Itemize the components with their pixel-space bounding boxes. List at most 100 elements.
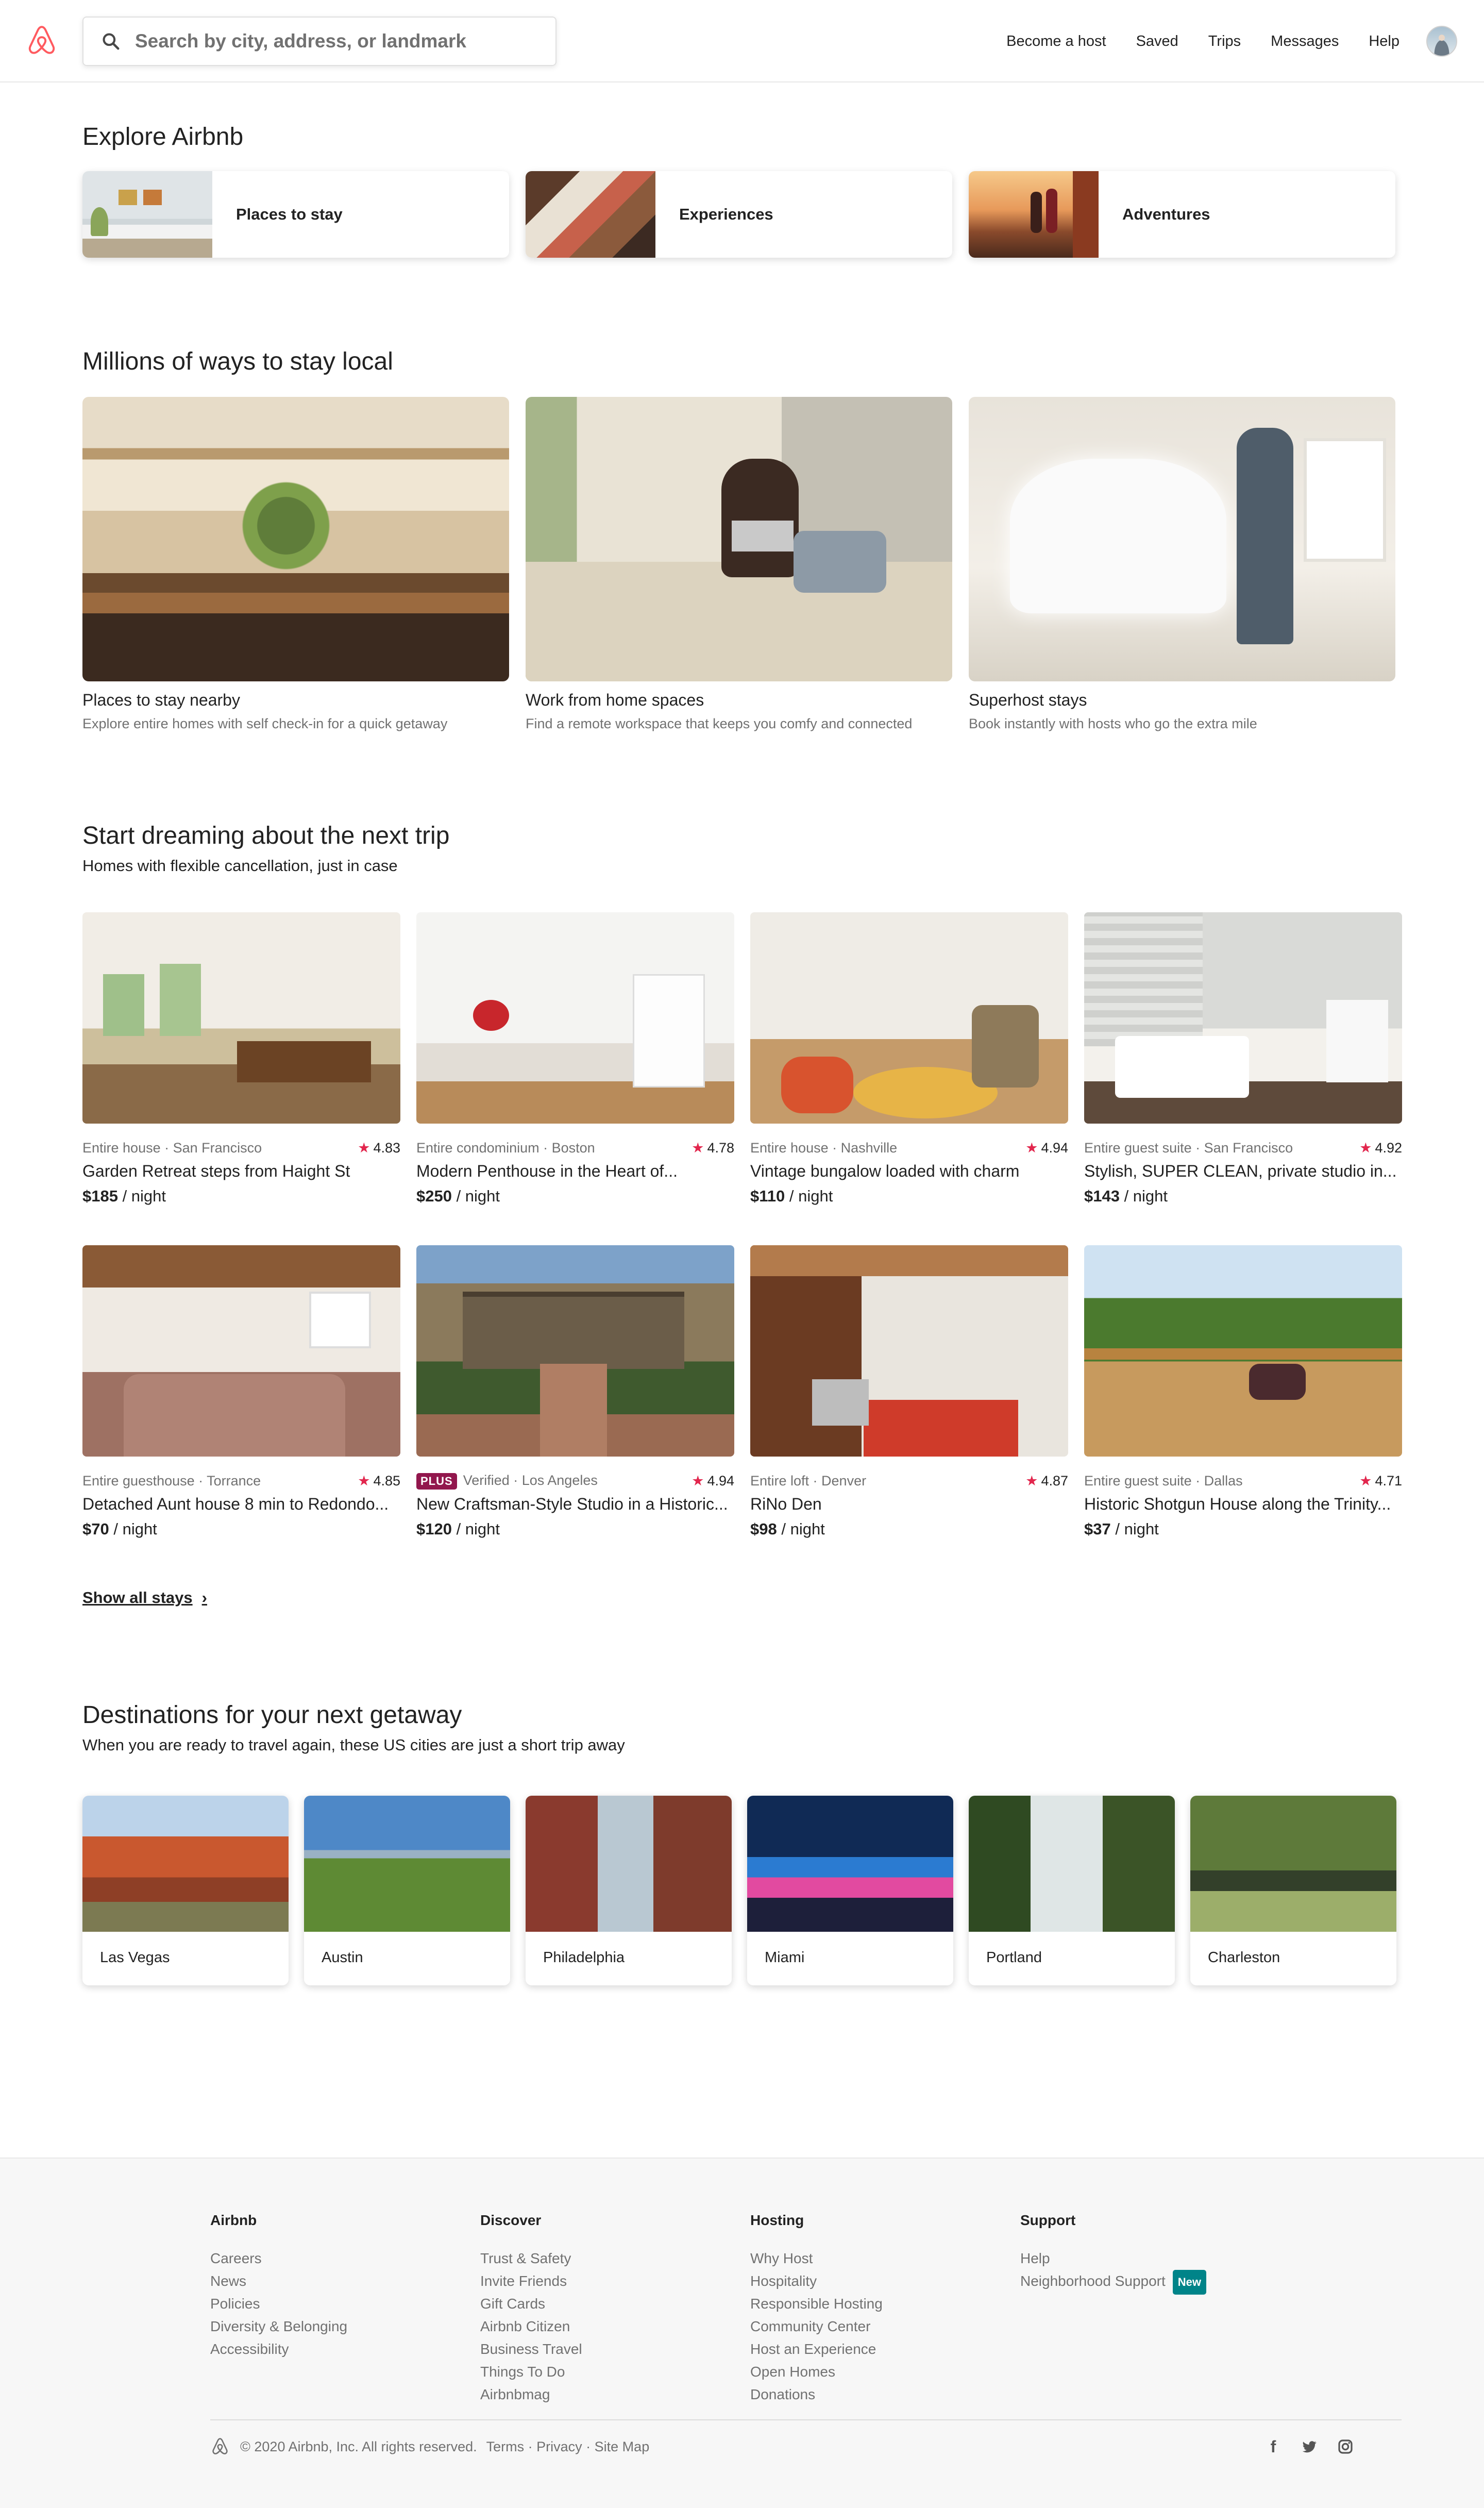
listing-title: Stylish, SUPER CLEAN, private studio in.… <box>1084 1162 1397 1180</box>
footer-link[interactable]: Hospitality <box>750 2270 883 2293</box>
listing-card[interactable]: PLUS Verified · Los Angeles ★ 4.94 New Craf… <box>416 1245 734 1539</box>
footer-link[interactable]: Community Center <box>750 2315 883 2338</box>
listing-rating: ★ 4.83 <box>358 1140 400 1156</box>
card-superhost[interactable]: Superhost stays Book instantly with host… <box>969 397 1395 732</box>
star-icon: ★ <box>692 1140 704 1156</box>
search-input[interactable] <box>135 30 527 52</box>
footer-link[interactable]: Gift Cards <box>480 2293 582 2315</box>
dreaming-title: Start dreaming about the next trip <box>82 822 450 849</box>
star-icon: ★ <box>1025 1140 1038 1156</box>
kitchen-photo <box>82 397 509 681</box>
listing-meta: Entire guest suite · San Francisco <box>1084 1140 1293 1156</box>
destination-card-austin[interactable]: Austin <box>304 1796 510 1985</box>
listing-photo <box>750 912 1068 1124</box>
footer-link[interactable]: Diversity & Belonging <box>210 2315 347 2338</box>
listing-meta: Entire house · San Francisco <box>82 1140 262 1156</box>
facebook-icon[interactable]: f <box>1264 2437 1282 2456</box>
listing-card[interactable]: Entire house · San Francisco ★ 4.83 Garden… <box>82 912 400 1206</box>
adventures-thumbnail <box>969 171 1099 258</box>
star-icon: ★ <box>358 1473 370 1489</box>
nav-help[interactable]: Help <box>1369 33 1399 50</box>
privacy-link[interactable]: Privacy <box>536 2439 582 2454</box>
card-title: Superhost stays <box>969 691 1087 709</box>
card-subtitle: Book instantly with hosts who go the ext… <box>969 716 1257 731</box>
listing-card[interactable]: Entire house · Nashville ★ 4.94 Vintage bu… <box>750 912 1068 1206</box>
listing-price: $250 / night <box>416 1187 500 1205</box>
listing-card[interactable]: Entire guest suite · Dallas ★ 4.71 Histori… <box>1084 1245 1402 1539</box>
nav-messages[interactable]: Messages <box>1271 33 1339 50</box>
destination-card-philadelphia[interactable]: Philadelphia <box>526 1796 732 1985</box>
footer-link[interactable]: Donations <box>750 2383 883 2406</box>
explore-card-places[interactable]: Places to stay <box>82 171 509 258</box>
show-all-stays-link[interactable]: Show all stays › <box>82 1589 207 1607</box>
instagram-icon[interactable] <box>1337 2438 1354 2455</box>
footer-link[interactable]: Airbnb Citizen <box>480 2315 582 2338</box>
destination-name: Las Vegas <box>100 1949 170 1966</box>
listing-title: Historic Shotgun House along the Trinity… <box>1084 1495 1391 1513</box>
nav-become-host[interactable]: Become a host <box>1006 33 1106 50</box>
footer-link[interactable]: Invite Friends <box>480 2270 582 2293</box>
search-icon <box>103 33 120 50</box>
destination-card-las-vegas[interactable]: Las Vegas <box>82 1796 289 1985</box>
footer-link[interactable]: Things To Do <box>480 2361 582 2383</box>
listing-photo <box>1084 1245 1402 1457</box>
terms-link[interactable]: Terms <box>486 2439 525 2454</box>
footer-link[interactable]: Accessibility <box>210 2338 347 2361</box>
listing-price: $98 / night <box>750 1520 825 1538</box>
search-box[interactable] <box>82 16 556 66</box>
listing-card[interactable]: Entire condominium · Boston ★ 4.78 Modern … <box>416 912 734 1206</box>
destination-card-portland[interactable]: Portland <box>969 1796 1175 1985</box>
destination-card-miami[interactable]: Miami <box>747 1796 953 1985</box>
listing-rating: ★ 4.78 <box>692 1140 734 1156</box>
star-icon: ★ <box>692 1473 704 1489</box>
footer-link[interactable]: Policies <box>210 2293 347 2315</box>
footer-heading: Support <box>1020 2212 1076 2228</box>
explore-card-label: Places to stay <box>236 205 343 223</box>
explore-card-experiences[interactable]: Experiences <box>526 171 952 258</box>
footer-link[interactable]: Careers <box>210 2247 347 2270</box>
explore-card-adventures[interactable]: Adventures <box>969 171 1395 258</box>
plus-badge: PLUS <box>416 1473 457 1490</box>
listing-price: $70 / night <box>82 1520 157 1538</box>
places-thumbnail <box>82 171 212 258</box>
footer-legal: © 2020 Airbnb, Inc. All rights reserved.… <box>210 2437 649 2456</box>
footer-link-neighborhood-support[interactable]: Neighborhood Support New <box>1020 2270 1207 2295</box>
destination-card-charleston[interactable]: Charleston <box>1190 1796 1396 1985</box>
footer-link[interactable]: Why Host <box>750 2247 883 2270</box>
explore-title: Explore Airbnb <box>82 123 244 151</box>
listing-meta: PLUS Verified · Los Angeles <box>416 1473 598 1490</box>
footer-link[interactable]: Open Homes <box>750 2361 883 2383</box>
destination-name: Philadelphia <box>543 1949 625 1966</box>
listing-price: $110 / night <box>750 1187 833 1205</box>
footer-link[interactable]: Airbnbmag <box>480 2383 582 2406</box>
twitter-icon[interactable] <box>1301 2438 1318 2455</box>
user-avatar[interactable] <box>1426 26 1457 57</box>
footer-heading: Hosting <box>750 2212 804 2228</box>
listing-card[interactable]: Entire guesthouse · Torrance ★ 4.85 Detach… <box>82 1245 400 1539</box>
listing-title: Vintage bungalow loaded with charm <box>750 1162 1020 1180</box>
footer-link[interactable]: Trust & Safety <box>480 2247 582 2270</box>
footer-link[interactable]: News <box>210 2270 347 2293</box>
footer-divider <box>210 2419 1402 2420</box>
listing-meta: Entire guesthouse · Torrance <box>82 1473 261 1489</box>
work-from-home-photo <box>526 397 952 681</box>
footer-link[interactable]: Host an Experience <box>750 2338 883 2361</box>
top-nav-bar: Become a host Saved Trips Messages Help <box>0 0 1484 82</box>
listing-card[interactable]: Entire guest suite · San Francisco ★ 4.92 … <box>1084 912 1402 1206</box>
airbnb-logo-icon[interactable] <box>25 24 59 58</box>
new-badge: New <box>1172 2270 1207 2295</box>
explore-card-label: Experiences <box>679 205 773 223</box>
listing-rating: ★ 4.85 <box>358 1473 400 1489</box>
listing-card[interactable]: Entire loft · Denver ★ 4.87 RiNo Den $98 /… <box>750 1245 1068 1539</box>
nav-trips[interactable]: Trips <box>1208 33 1241 50</box>
footer-link[interactable]: Business Travel <box>480 2338 582 2361</box>
card-work-from-home[interactable]: Work from home spaces Find a remote work… <box>526 397 952 732</box>
card-places-nearby[interactable]: Places to stay nearby Explore entire hom… <box>82 397 509 732</box>
nav-saved[interactable]: Saved <box>1136 33 1178 50</box>
footer-link[interactable]: Responsible Hosting <box>750 2293 883 2315</box>
listing-price: $37 / night <box>1084 1520 1159 1538</box>
footer-link[interactable]: Help <box>1020 2247 1206 2270</box>
site-map-link[interactable]: Site Map <box>595 2439 650 2454</box>
explore-card-label: Adventures <box>1122 205 1210 223</box>
header-nav: Become a host Saved Trips Messages Help <box>1006 0 1484 82</box>
